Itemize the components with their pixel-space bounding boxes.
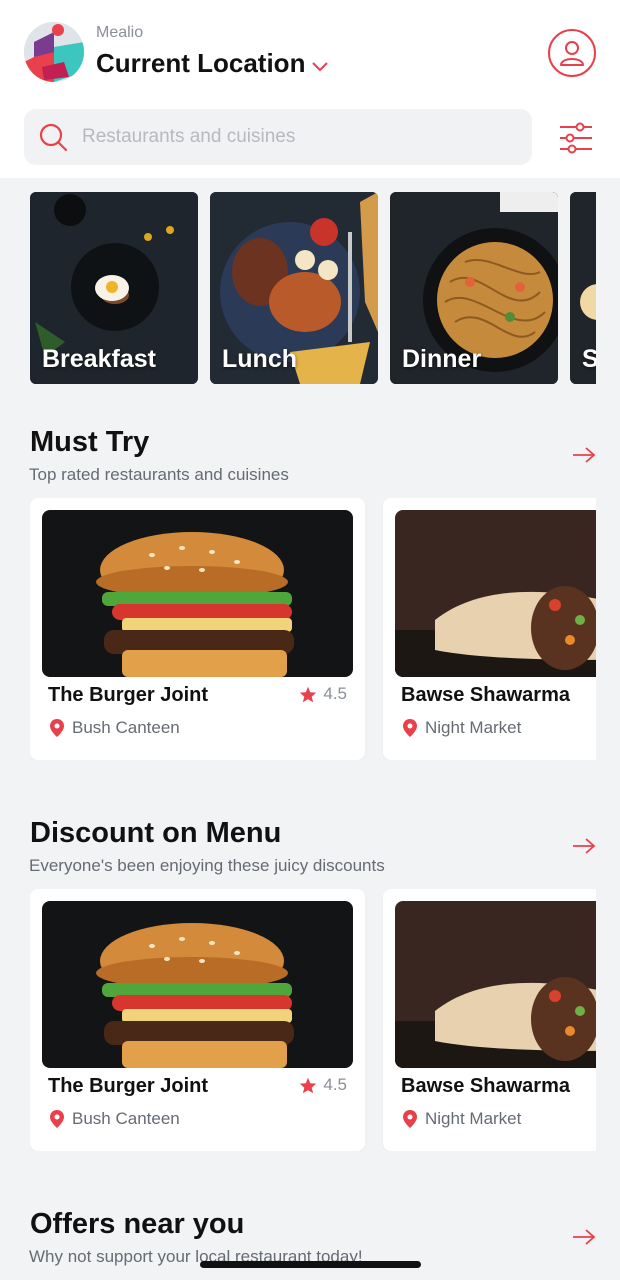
star-icon <box>300 1077 317 1093</box>
restaurant-name: Bawse Shawarma <box>401 1075 570 1097</box>
must-try-carousel[interactable]: The Burger Joint 4.5 Bush Canteen Bawse … <box>30 498 596 760</box>
user-icon <box>560 41 584 66</box>
category-label: S <box>582 345 596 373</box>
restaurant-location: Bush Canteen <box>50 718 180 738</box>
restaurant-location: Night Market <box>403 1109 521 1129</box>
section-subtitle: Everyone's been enjoying these juicy dis… <box>29 856 385 875</box>
arrow-right-icon[interactable] <box>572 837 596 855</box>
location-pin-icon <box>50 719 64 737</box>
shawarma-image <box>395 510 596 677</box>
location-pin-icon <box>50 1110 64 1128</box>
location-text: Bush Canteen <box>72 718 180 737</box>
category-dinner[interactable]: Dinner <box>390 192 558 384</box>
app-name: Mealio <box>96 24 144 41</box>
category-label: Dinner <box>402 345 482 373</box>
location-text: Night Market <box>425 718 522 737</box>
rating: 4.5 <box>299 1075 347 1095</box>
star-icon <box>300 686 317 702</box>
burger-image <box>42 510 353 677</box>
category-carousel[interactable]: Breakfast Lunch Dinner S <box>30 192 596 384</box>
profile-button[interactable] <box>548 29 596 77</box>
rating: 4.5 <box>299 684 347 704</box>
location-label: Current Location <box>96 48 306 78</box>
restaurant-card[interactable]: The Burger Joint 4.5 Bush Canteen <box>30 498 365 760</box>
restaurant-location: Bush Canteen <box>50 1109 180 1129</box>
location-selector[interactable]: Current Location <box>96 48 329 79</box>
location-text: Night Market <box>425 1109 522 1128</box>
restaurant-card[interactable]: The Burger Joint 4.5 Bush Canteen <box>30 889 365 1151</box>
section-title: Must Try <box>30 426 150 458</box>
restaurant-name: The Burger Joint <box>48 684 209 706</box>
location-pin-icon <box>403 719 417 737</box>
section-title: Offers near you <box>30 1208 245 1240</box>
rating-value: 4.5 <box>323 1075 347 1094</box>
category-more[interactable]: S <box>570 192 596 384</box>
home-indicator[interactable] <box>200 1261 421 1268</box>
chevron-down-icon <box>312 61 329 71</box>
section-subtitle: Top rated restaurants and cuisines <box>29 465 289 484</box>
filter-icon[interactable] <box>558 120 594 156</box>
search-icon <box>39 123 68 152</box>
discount-carousel[interactable]: The Burger Joint 4.5 Bush Canteen Bawse … <box>30 889 596 1151</box>
search-bar[interactable] <box>24 109 532 165</box>
restaurant-name: Bawse Shawarma <box>401 684 570 706</box>
shawarma-image <box>395 901 596 1068</box>
restaurant-card[interactable]: Bawse Shawarma Night Market <box>383 498 596 760</box>
rating-value: 4.5 <box>323 684 347 703</box>
category-label: Lunch <box>222 345 297 373</box>
category-label: Breakfast <box>42 345 156 373</box>
location-pin-icon <box>403 1110 417 1128</box>
app-logo <box>24 22 84 82</box>
burger-image <box>42 901 353 1068</box>
restaurant-location: Night Market <box>403 718 521 738</box>
location-text: Bush Canteen <box>72 1109 180 1128</box>
arrow-right-icon[interactable] <box>572 1228 596 1246</box>
arrow-right-icon[interactable] <box>572 446 596 464</box>
category-breakfast[interactable]: Breakfast <box>30 192 198 384</box>
category-lunch[interactable]: Lunch <box>210 192 378 384</box>
restaurant-card[interactable]: Bawse Shawarma Night Market <box>383 889 596 1151</box>
section-title: Discount on Menu <box>30 817 282 849</box>
app-header: Mealio Current Location <box>0 0 620 178</box>
restaurant-name: The Burger Joint <box>48 1075 209 1097</box>
search-input[interactable] <box>82 126 502 148</box>
